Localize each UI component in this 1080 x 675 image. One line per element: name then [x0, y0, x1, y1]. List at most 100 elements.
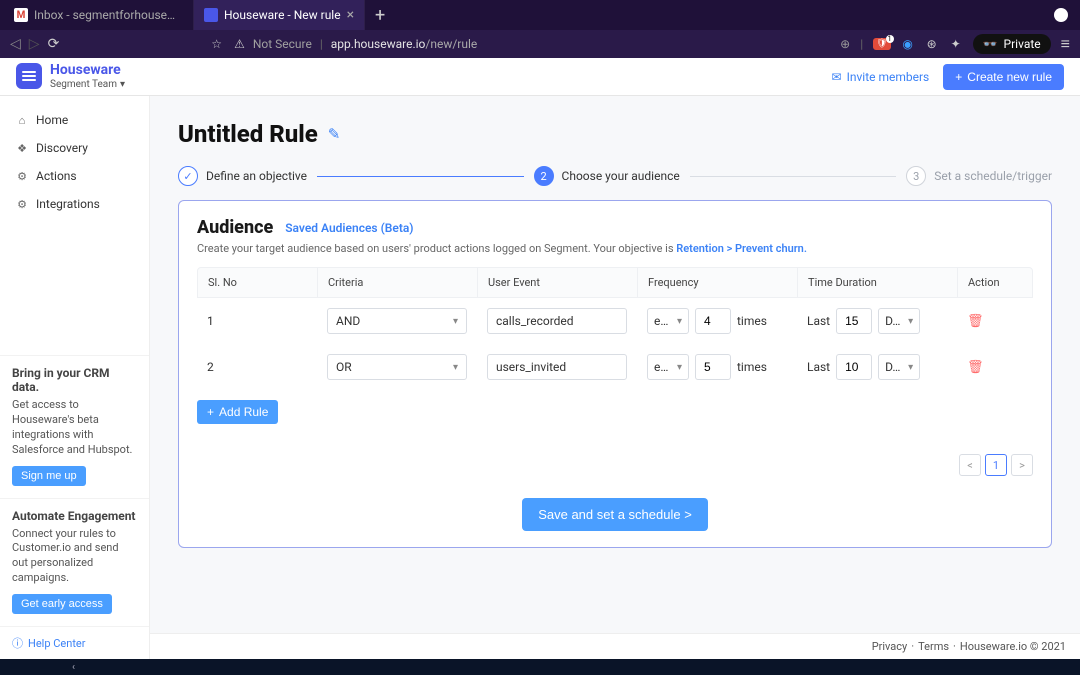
bookmark-icon[interactable]: ☆ [211, 37, 222, 51]
create-label: Create new rule [967, 70, 1052, 84]
brand[interactable]: Houseware Segment Team ▾ [16, 63, 125, 89]
audience-card: Audience Saved Audiences (Beta) Create y… [178, 200, 1052, 548]
browser-tab-inbox[interactable]: M Inbox - segmentforhouseware@gma [4, 0, 194, 30]
check-icon: ✓ [178, 166, 198, 186]
promo-body: Connect your rules to Customer.io and se… [12, 527, 137, 586]
stepper: ✓ Define an objective 2 Choose your audi… [178, 166, 1052, 186]
plus-icon: + [207, 405, 214, 419]
sidebar-item-label: Home [36, 113, 68, 127]
main-content: Untitled Rule ✎ ✓ Define an objective 2 … [150, 96, 1080, 659]
step-schedule[interactable]: 3 Set a schedule/trigger [906, 166, 1052, 186]
mail-icon: ✉ [832, 70, 842, 84]
houseware-logo-icon [16, 63, 42, 89]
objective-link[interactable]: Retention > Prevent churn. [676, 242, 807, 255]
private-badge: 👓 Private [973, 34, 1051, 54]
sign-me-up-button[interactable]: Sign me up [12, 466, 86, 486]
pager-next-button[interactable]: > [1011, 454, 1033, 476]
duration-input[interactable] [836, 308, 872, 334]
col-sl: Sl. No [198, 268, 318, 297]
create-new-rule-button[interactable]: + Create new rule [943, 64, 1064, 90]
select-value: e… [654, 360, 677, 374]
count-input[interactable] [695, 354, 731, 380]
step-objective[interactable]: ✓ Define an objective [178, 166, 307, 186]
invite-members-link[interactable]: ✉ Invite members [832, 70, 930, 84]
trash-icon: 🗑 [967, 314, 984, 329]
criteria-select[interactable]: OR ▾ [327, 354, 467, 380]
url-bar[interactable]: ⚠ Not Secure | app.houseware.io/new/rule [234, 37, 828, 51]
card-subtitle: Create your target audience based on use… [197, 242, 1033, 255]
browser-menu-icon[interactable]: ≡ [1061, 34, 1070, 54]
comparator-select[interactable]: e… ▾ [647, 354, 689, 380]
col-action: Action [958, 268, 1028, 297]
last-label: Last [807, 360, 830, 374]
nav-forward-icon[interactable]: ▷ [29, 36, 40, 52]
plus-icon: + [955, 70, 962, 84]
saved-audiences-link[interactable]: Saved Audiences (Beta) [285, 221, 413, 235]
sep: · [953, 640, 956, 653]
privacy-link[interactable]: Privacy [872, 640, 908, 653]
pager-page-button[interactable]: 1 [985, 454, 1007, 476]
info-icon: ⓘ [12, 635, 23, 651]
shield-badge-icon[interactable]: 🛡1 [873, 38, 890, 50]
pagination: < 1 > [197, 454, 1033, 476]
new-tab-button[interactable]: + [365, 0, 395, 30]
sidebar-item-discovery[interactable]: ❖ Discovery [0, 134, 149, 162]
reload-icon[interactable]: ⟳ [48, 36, 60, 52]
save-schedule-button[interactable]: Save and set a schedule > [522, 498, 708, 531]
pager-prev-button[interactable]: < [959, 454, 981, 476]
gear-icon: ⚙ [16, 170, 28, 182]
sep: · [911, 640, 914, 653]
promo-crm: Bring in your CRM data. Get access to Ho… [0, 355, 149, 497]
unit-select[interactable]: D… ▾ [878, 354, 920, 380]
promo-title: Automate Engagement [12, 509, 137, 523]
url-host: app.houseware.io [331, 37, 426, 51]
warning-icon: ⚠ [234, 37, 245, 51]
os-taskbar: ‹ [0, 659, 1080, 675]
comparator-select[interactable]: e… ▾ [647, 308, 689, 334]
nav-back-icon[interactable]: ◁ [10, 36, 21, 52]
extension-icon[interactable]: ◉ [901, 37, 915, 51]
gear-icon: ⚙ [16, 198, 28, 210]
card-title: Audience [197, 217, 273, 238]
sidebar-item-integrations[interactable]: ⚙ Integrations [0, 190, 149, 218]
profile-icon[interactable] [1054, 8, 1068, 22]
search-icon[interactable]: ⊕ [840, 37, 850, 51]
extension-icon[interactable]: ⊛ [925, 37, 939, 51]
help-center-link[interactable]: ⓘ Help Center [0, 626, 149, 659]
select-value: e… [654, 314, 677, 328]
chevron-down-icon: ▾ [677, 362, 682, 373]
browser-tab-houseware[interactable]: Houseware - New rule × [194, 0, 365, 30]
add-rule-label: Add Rule [219, 405, 268, 419]
event-select[interactable]: users_invited [487, 354, 627, 380]
extensions-puzzle-icon[interactable]: ✦ [949, 37, 963, 51]
taskbar-chevron-icon[interactable]: ‹ [72, 662, 75, 673]
unit-select[interactable]: D… ▾ [878, 308, 920, 334]
get-early-access-button[interactable]: Get early access [12, 594, 112, 614]
count-input[interactable] [695, 308, 731, 334]
terms-link[interactable]: Terms [918, 640, 949, 653]
team-name: Segment Team [50, 79, 117, 90]
promo-body: Get access to Houseware's beta integrati… [12, 398, 137, 457]
team-switcher[interactable]: Segment Team ▾ [50, 79, 125, 90]
col-duration: Time Duration [798, 268, 958, 297]
sidebar-item-actions[interactable]: ⚙ Actions [0, 162, 149, 190]
table-row: 2 OR ▾ users_invited [197, 344, 1033, 390]
times-label: times [737, 360, 767, 374]
col-event: User Event [478, 268, 638, 297]
step-audience[interactable]: 2 Choose your audience [534, 166, 680, 186]
duration-input[interactable] [836, 354, 872, 380]
delete-row-button[interactable]: 🗑 [967, 360, 984, 375]
event-select[interactable]: calls_recorded [487, 308, 627, 334]
criteria-select[interactable]: AND ▾ [327, 308, 467, 334]
select-value: AND [336, 314, 453, 328]
sl-no: 2 [197, 356, 317, 378]
step-number: 3 [906, 166, 926, 186]
sidebar: ⌂ Home ❖ Discovery ⚙ Actions ⚙ Integrati… [0, 96, 150, 659]
sidebar-item-home[interactable]: ⌂ Home [0, 106, 149, 134]
trash-icon: 🗑 [967, 360, 984, 375]
step-label: Choose your audience [562, 169, 680, 183]
close-icon[interactable]: × [347, 7, 354, 23]
delete-row-button[interactable]: 🗑 [967, 314, 984, 329]
add-rule-button[interactable]: + Add Rule [197, 400, 278, 424]
edit-icon[interactable]: ✎ [328, 125, 341, 143]
